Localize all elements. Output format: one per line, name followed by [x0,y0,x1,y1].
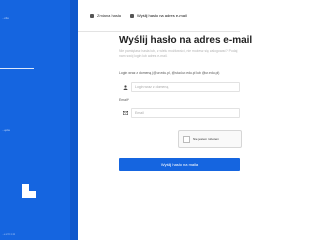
user-icon [119,81,131,93]
tab-label: Wyślij hasło na adres e-mail [137,13,187,18]
page-subtitle: Nie pamiętasz hasła lub, z wielu możliwo… [119,49,238,58]
envelope-icon [130,13,134,18]
tab-send-password-email[interactable]: Wyślij hasło na adres e-mail [130,11,187,20]
email-field-group [119,107,240,119]
tab-change-password[interactable]: Zmiana hasła [90,11,121,20]
login-label: Login wraz z domeną (@ur.edu.pl, @stud.u… [119,71,220,75]
sidebar-panel: ...rdo ...ęcie ...e 2.0.1.11 [0,0,78,240]
key-icon [90,13,94,18]
sidebar-divider [0,68,34,69]
tab-label: Zmiana hasła [97,13,122,18]
sidebar-version-text: ...e 2.0.1.11 [2,233,16,236]
tab-bar: Zmiana hasła Wyślij hasło na adres e-mai… [78,0,240,32]
envelope-icon [119,107,131,119]
login-field-group [119,81,240,93]
page-title: Wyślij hasło na adres e-mail [119,35,253,46]
sidebar-mid-text: ...ęcie [2,128,11,132]
email-input[interactable] [131,108,240,118]
captcha-widget[interactable]: Nie jestem robotem [178,130,242,148]
email-label: Email* [119,98,129,102]
sidebar-top-text: ...rdo [2,16,9,20]
submit-button[interactable]: Wyślij hasło na maila [119,158,240,171]
captcha-checkbox[interactable] [183,135,190,143]
captcha-label: Nie jestem robotem [193,137,220,141]
sidebar-stripe [70,0,78,240]
login-input[interactable] [131,82,240,92]
logo-icon [22,184,36,198]
form-header: Wyślij hasło na adres e-mail Nie pamięta… [119,35,253,59]
